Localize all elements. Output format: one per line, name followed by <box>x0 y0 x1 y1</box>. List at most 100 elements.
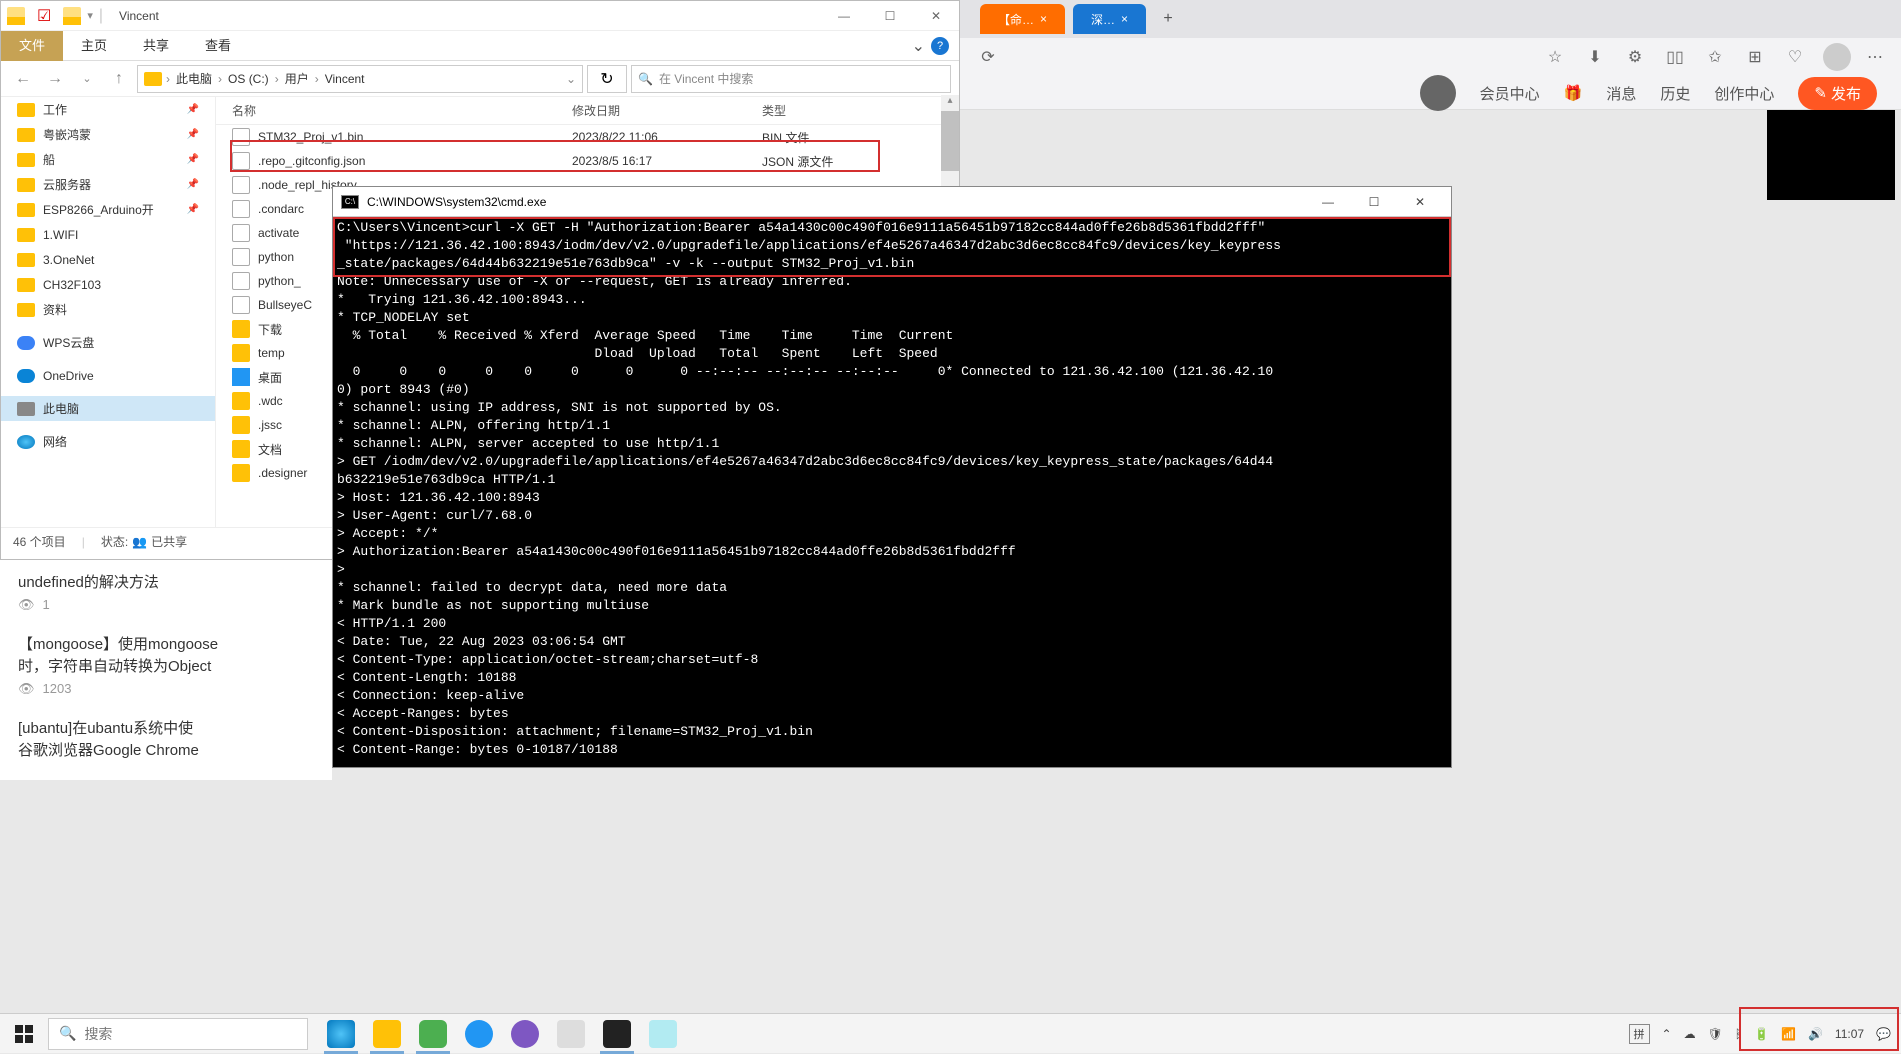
folder-icon <box>17 228 35 242</box>
file-row[interactable]: .repo_.gitconfig.json2023/8/5 16:17JSON … <box>216 149 959 173</box>
file-name: STM32_Proj_v1.bin <box>258 130 572 144</box>
check-icon: ☑ <box>37 6 51 26</box>
refresh-icon[interactable]: ⟳ <box>976 45 1000 69</box>
help-icon[interactable]: ? <box>931 37 949 55</box>
chevron-down-icon[interactable]: ⌄ <box>912 36 925 56</box>
article-item[interactable]: 【mongoose】使用mongoose 时，字符串自动转换为Object 👁 … <box>18 634 314 700</box>
favorites-icon[interactable]: ✩ <box>1703 45 1727 69</box>
nav-msg[interactable]: 消息 <box>1606 83 1636 104</box>
ribbon-home[interactable]: 主页 <box>63 31 125 61</box>
nav-create[interactable]: 创作中心 <box>1714 83 1774 104</box>
sidebar-item[interactable]: 工作📌 <box>1 97 215 122</box>
file-date: 2023/8/5 16:17 <box>572 154 762 168</box>
ribbon-view[interactable]: 查看 <box>187 31 249 61</box>
performance-icon[interactable]: ♡ <box>1783 45 1807 69</box>
file-row[interactable]: STM32_Proj_v1.bin2023/8/22 11:06BIN 文件 <box>216 125 959 149</box>
breadcrumb[interactable]: › 此电脑› OS (C:)› 用户› Vincent ⌄ <box>137 65 583 93</box>
crumb[interactable]: 此电脑 <box>174 70 214 87</box>
tab-label: 【命… <box>998 11 1034 28</box>
sidebar-item[interactable]: 1.WIFI <box>1 222 215 247</box>
sidebar-item[interactable]: 3.OneNet <box>1 247 215 272</box>
cmd-output[interactable]: C:\Users\Vincent>curl -X GET -H "Authori… <box>333 217 1451 761</box>
app-keil[interactable] <box>550 1014 592 1054</box>
sidebar-item[interactable]: 粤嵌鸿蒙📌 <box>1 122 215 147</box>
crumb[interactable]: 用户 <box>283 70 311 87</box>
sidebar-item[interactable]: CH32F103 <box>1 272 215 297</box>
header-name[interactable]: 名称 <box>232 102 572 119</box>
ribbon-file[interactable]: 文件 <box>1 31 63 61</box>
new-tab-button[interactable]: + <box>1154 5 1182 33</box>
minimize-button[interactable]: — <box>821 1 867 31</box>
battery-icon[interactable]: 🔋 <box>1754 1027 1769 1041</box>
extensions-icon[interactable]: ⚙ <box>1623 45 1647 69</box>
ribbon-share[interactable]: 共享 <box>125 31 187 61</box>
sidebar-wps-cloud[interactable]: WPS云盘 <box>1 330 215 355</box>
up-button[interactable]: ↑ <box>105 65 133 93</box>
sidebar-onedrive[interactable]: OneDrive <box>1 363 215 388</box>
download-icon[interactable]: ⬇ <box>1583 45 1607 69</box>
close-icon[interactable]: × <box>1040 12 1047 26</box>
sidebar-item[interactable]: 船📌 <box>1 147 215 172</box>
app-dingtalk[interactable] <box>458 1014 500 1054</box>
article-meta: 👁 1203 <box>18 678 314 700</box>
search-input[interactable]: 🔍 在 Vincent 中搜索 <box>631 65 951 93</box>
nav-history[interactable]: 历史 <box>1660 83 1690 104</box>
app-wechat[interactable] <box>412 1014 454 1054</box>
article-item[interactable]: undefined的解决方法 👁 1 <box>18 572 314 616</box>
sidebar-network[interactable]: 网络 <box>1 429 215 454</box>
folder-icon <box>17 203 35 217</box>
collections-icon[interactable]: ⊞ <box>1743 45 1767 69</box>
sidebar-icon[interactable]: ▯▯ <box>1663 45 1687 69</box>
security-icon[interactable]: 🛡 <box>1708 1027 1723 1041</box>
browser-tab-2[interactable]: 深… × <box>1073 4 1146 34</box>
header-type[interactable]: 类型 <box>762 102 882 119</box>
dropdown-icon[interactable]: ⌄ <box>566 72 576 86</box>
close-icon[interactable]: × <box>1121 12 1128 26</box>
refresh-button[interactable]: ↻ <box>587 65 627 93</box>
clock[interactable]: 11:07 <box>1835 1027 1864 1041</box>
back-button[interactable]: ← <box>9 65 37 93</box>
star-icon[interactable]: ☆ <box>1543 45 1567 69</box>
cmd-title-bar: C:\ C:\WINDOWS\system32\cmd.exe — ☐ ✕ <box>333 187 1451 217</box>
app-purple[interactable] <box>504 1014 546 1054</box>
close-button[interactable]: ✕ <box>913 1 959 31</box>
more-icon[interactable]: ⋯ <box>1867 47 1885 67</box>
tray-chevron-icon[interactable]: ⌃ <box>1662 1027 1672 1041</box>
profile-avatar[interactable] <box>1823 43 1851 71</box>
volume-icon[interactable]: 🔊 <box>1808 1027 1823 1041</box>
bluetooth-icon[interactable]: ᛒ <box>1735 1027 1742 1041</box>
nav-vip[interactable]: 会员中心 <box>1480 83 1540 104</box>
notifications-icon[interactable]: 💬 <box>1876 1027 1891 1041</box>
close-button[interactable]: ✕ <box>1397 188 1443 216</box>
publish-button[interactable]: ✎ 发布 <box>1798 77 1877 110</box>
maximize-button[interactable]: ☐ <box>1351 188 1397 216</box>
column-headers[interactable]: 名称 修改日期 类型 <box>216 97 959 125</box>
dropdown-icon[interactable]: ▾ <box>87 9 93 22</box>
minimize-button[interactable]: — <box>1305 188 1351 216</box>
crumb[interactable]: OS (C:) <box>226 72 271 86</box>
start-button[interactable] <box>0 1014 48 1054</box>
sidebar-this-pc[interactable]: 此电脑 <box>1 396 215 421</box>
ime-indicator[interactable]: 拼 <box>1629 1024 1650 1044</box>
sidebar-item[interactable]: 资料 <box>1 297 215 322</box>
article-item[interactable]: [ubantu]在ubantu系统中使 谷歌浏览器Google Chrome <box>18 718 314 762</box>
folder-icon <box>17 253 35 267</box>
sidebar-item[interactable]: ESP8266_Arduino开📌 <box>1 197 215 222</box>
cloud-icon[interactable]: ☁ <box>1684 1027 1696 1041</box>
recent-dropdown[interactable]: ⌄ <box>73 65 101 93</box>
crumb[interactable]: Vincent <box>323 72 367 86</box>
sidebar-item[interactable]: 云服务器📌 <box>1 172 215 197</box>
app-explorer[interactable] <box>366 1014 408 1054</box>
app-cmd[interactable] <box>596 1014 638 1054</box>
folder-icon <box>17 103 35 117</box>
maximize-button[interactable]: ☐ <box>867 1 913 31</box>
forward-button[interactable]: → <box>41 65 69 93</box>
app-generic[interactable] <box>642 1014 684 1054</box>
pin-icon: 📌 <box>187 179 199 190</box>
app-edge[interactable] <box>320 1014 362 1054</box>
taskbar-search[interactable]: 🔍 搜索 <box>48 1018 308 1050</box>
wifi-icon[interactable]: 📶 <box>1781 1027 1796 1041</box>
browser-tab-1[interactable]: 【命… × <box>980 4 1065 34</box>
user-avatar[interactable] <box>1420 75 1456 111</box>
header-date[interactable]: 修改日期 <box>572 102 762 119</box>
